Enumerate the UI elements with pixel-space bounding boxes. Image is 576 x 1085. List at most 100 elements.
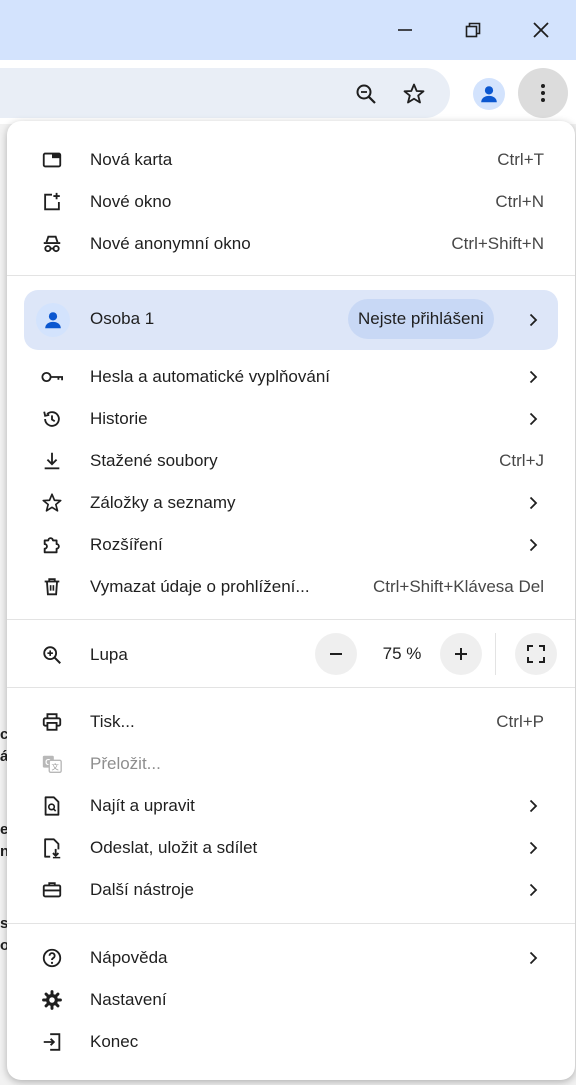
shortcut: Ctrl+Shift+Klávesa Del [372,577,544,596]
chevron-right-icon [529,496,538,510]
history-icon [40,407,64,431]
menu-item-translate[interactable]: G文 Přeložit... [7,743,575,785]
menu-item-downloads[interactable]: Stažené soubory Ctrl+J [7,440,575,482]
menu-item-save-share[interactable]: Odeslat, uložit a sdílet [7,827,575,869]
menu-item-label: Tisk... [90,712,135,731]
zoom-indicator-button[interactable] [346,74,386,114]
chevron-right-icon [529,883,538,897]
plus-icon [455,648,467,660]
shortcut: Ctrl+P [496,712,544,731]
menu-item-print[interactable]: Tisk... Ctrl+P [7,701,575,743]
menu-item-label: Historie [90,409,148,428]
title-bar [0,0,576,60]
menu-item-help[interactable]: Nápověda [7,937,575,979]
menu-item-label: Přeložit... [90,754,161,773]
gear-icon [40,988,64,1012]
menu-item-label: Hesla a automatické vyplňování [90,367,331,386]
chrome-menu: Nová karta Ctrl+T Nové okno Ctrl+N Nové … [7,121,575,1080]
help-icon [40,946,64,970]
chevron-right-icon [529,841,538,855]
translate-icon: G文 [40,752,64,776]
menu-item-incognito[interactable]: Nové anonymní okno Ctrl+Shift+N [7,223,575,265]
menu-divider [7,619,575,620]
exit-icon [40,1030,64,1054]
find-icon [40,794,64,818]
menu-item-settings[interactable]: Nastavení [7,979,575,1021]
profile-button[interactable] [469,74,509,114]
more-vert-icon [541,84,545,102]
menu-item-label: Odeslat, uložit a sdílet [90,838,258,857]
chevron-right-icon [529,799,538,813]
menu-item-label: Nová karta [90,150,173,169]
download-icon [40,449,64,473]
menu-item-history[interactable]: Historie [7,398,575,440]
browser-toolbar [0,60,576,124]
svg-text:文: 文 [52,763,60,772]
extension-icon [40,533,64,557]
menu-item-label: Vymazat údaje o prohlížení... [90,577,310,596]
close-icon [533,22,549,38]
chevron-right-icon [529,951,538,965]
trash-icon [40,575,64,599]
star-icon [40,491,64,515]
key-icon [40,365,64,389]
chevron-right-icon [529,370,538,384]
menu-item-label: Nápověda [90,948,168,967]
signed-out-badge: Nejste přihlášeni [348,299,494,339]
restore-button[interactable] [451,8,495,52]
menu-item-exit[interactable]: Konec [7,1021,575,1063]
menu-item-new-window[interactable]: Nové okno Ctrl+N [7,181,575,223]
menu-item-label: Nové okno [90,192,172,211]
new-window-icon [40,190,64,214]
new-tab-icon [40,148,64,172]
menu-divider [7,687,575,688]
fullscreen-icon [527,645,545,663]
menu-item-more-tools[interactable]: Další nástroje [7,869,575,911]
menu-item-label: Konec [90,1032,139,1051]
menu-item-clear-browsing-data[interactable]: Vymazat údaje o prohlížení... Ctrl+Shift… [7,566,575,608]
restore-icon [465,22,481,38]
menu-item-label: Nastavení [90,990,167,1009]
zoom-divider [495,633,496,675]
star-icon [403,83,425,104]
minimize-button[interactable] [383,8,427,52]
profile-name: Osoba 1 [90,309,155,328]
save-share-icon [40,836,64,860]
print-icon [40,710,64,734]
bookmark-star-button[interactable] [394,74,434,114]
menu-item-passwords[interactable]: Hesla a automatické vyplňování [7,356,575,398]
chevron-right-icon [529,412,538,426]
person-icon [481,86,497,103]
fullscreen-button[interactable] [515,633,557,675]
zoom-icon [40,643,64,667]
shortcut: Ctrl+T [497,150,544,169]
person-icon [45,312,61,329]
menu-item-new-tab[interactable]: Nová karta Ctrl+T [7,139,575,181]
chevron-right-icon [529,313,538,327]
shortcut: Ctrl+Shift+N [451,234,544,253]
toolbox-icon [40,878,64,902]
minimize-icon [398,29,412,31]
menu-item-label: Nové anonymní okno [90,234,251,253]
zoom-in-button[interactable] [440,633,482,675]
zoom-out-button[interactable] [315,633,357,675]
zoom-out-icon [356,84,376,104]
zoom-level-value: 75 % [382,644,422,663]
menu-item-extensions[interactable]: Rozšíření [7,524,575,566]
menu-item-label: Rozšíření [90,535,163,554]
menu-item-zoom: Lupa [7,634,575,676]
menu-item-find-edit[interactable]: Najít a upravit [7,785,575,827]
minus-icon [330,653,342,655]
close-window-button[interactable] [519,8,563,52]
menu-item-label: Stažené soubory [90,451,218,470]
chrome-menu-button[interactable] [518,68,568,118]
avatar [36,303,70,337]
avatar [473,78,505,110]
profile-row[interactable]: Osoba 1 Nejste přihlášeni [24,290,558,350]
menu-divider [7,923,575,924]
menu-item-bookmarks[interactable]: Záložky a seznamy [7,482,575,524]
menu-item-label: Další nástroje [90,880,194,899]
shortcut: Ctrl+N [495,192,544,211]
incognito-icon [40,232,64,256]
menu-item-label: Záložky a seznamy [90,493,236,512]
